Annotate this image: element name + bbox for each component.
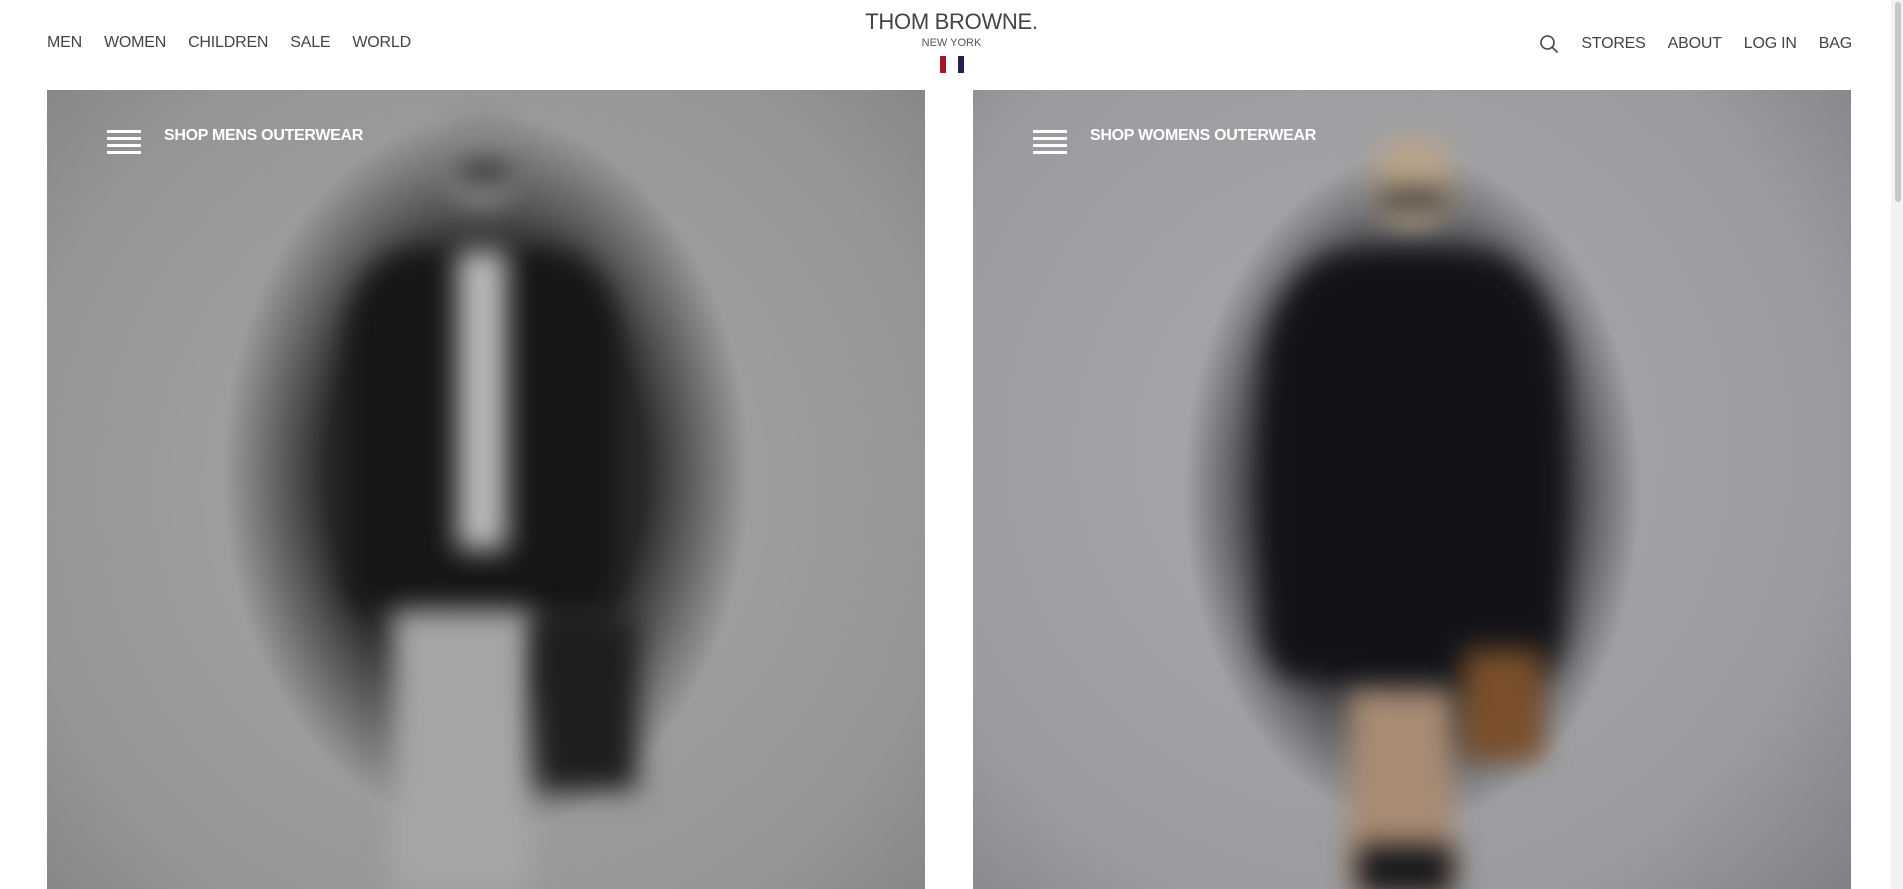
hero-image-shoes bbox=[1358, 845, 1453, 889]
nav-about[interactable]: ABOUT bbox=[1668, 35, 1722, 53]
flag-red-stripe bbox=[939, 56, 946, 73]
menu-line bbox=[1033, 137, 1067, 140]
search-icon[interactable] bbox=[1539, 34, 1559, 54]
tricolor-flag-icon bbox=[0, 56, 1903, 73]
menu-line bbox=[107, 151, 141, 154]
header: MEN WOMEN CHILDREN SALE WORLD THOM BROWN… bbox=[0, 0, 1903, 90]
menu-icon[interactable] bbox=[1033, 130, 1067, 158]
shop-womens-outerwear-link[interactable]: SHOP WOMENS OUTERWEAR bbox=[1090, 127, 1316, 145]
flag-blue-stripe bbox=[957, 56, 964, 73]
hero-image-head bbox=[1373, 135, 1453, 230]
scrollbar-thumb[interactable] bbox=[1895, 2, 1901, 202]
menu-line bbox=[1033, 130, 1067, 133]
page-scrollbar[interactable] bbox=[1891, 0, 1903, 889]
hero-image-bag bbox=[1463, 650, 1543, 760]
flag-white-stripe bbox=[948, 56, 955, 73]
hero-image-sunglasses bbox=[1378, 190, 1448, 210]
menu-line bbox=[107, 130, 141, 133]
menu-line bbox=[107, 144, 141, 147]
womens-outerwear-hero[interactable]: SHOP WOMENS OUTERWEAR bbox=[973, 90, 1851, 889]
hero-image-shirt bbox=[457, 250, 507, 550]
shop-mens-outerwear-link[interactable]: SHOP MENS OUTERWEAR bbox=[164, 127, 363, 145]
nav-stores[interactable]: STORES bbox=[1581, 35, 1646, 53]
menu-line bbox=[107, 137, 141, 140]
hero-image-legs bbox=[392, 610, 532, 889]
hero-image-coat bbox=[1263, 250, 1563, 680]
nav-bag[interactable]: BAG bbox=[1819, 35, 1852, 53]
menu-line bbox=[1033, 151, 1067, 154]
nav-log-in[interactable]: LOG IN bbox=[1744, 35, 1797, 53]
menu-line bbox=[1033, 144, 1067, 147]
utility-nav: STORES ABOUT LOG IN BAG bbox=[1539, 34, 1852, 54]
mens-outerwear-hero[interactable]: SHOP MENS OUTERWEAR bbox=[47, 90, 925, 889]
menu-icon[interactable] bbox=[107, 130, 141, 158]
brand-name: THOM BROWNE. bbox=[865, 9, 1038, 34]
hero-image-bag bbox=[537, 620, 637, 790]
hero-image-sunglasses bbox=[457, 160, 512, 182]
